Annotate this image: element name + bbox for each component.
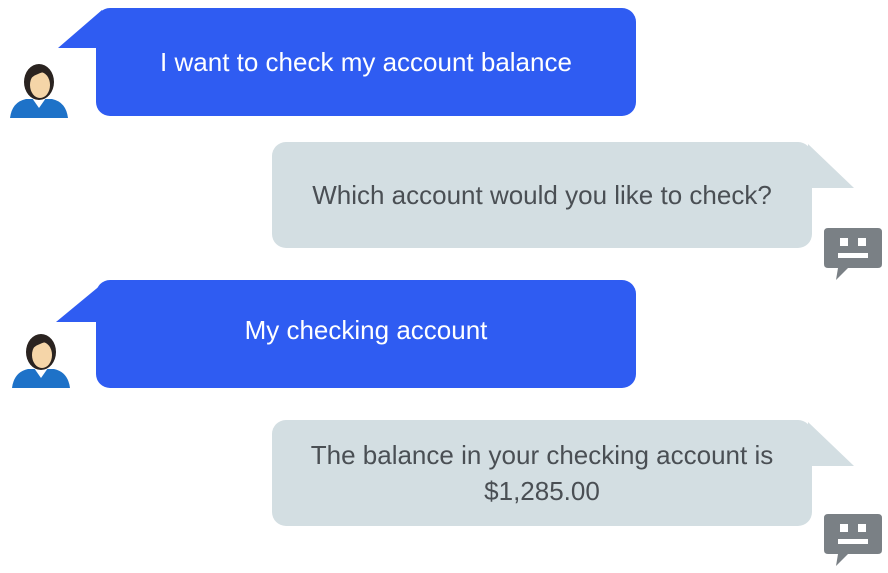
chatbot-icon xyxy=(824,228,882,280)
user-avatar-icon xyxy=(12,334,70,388)
message-bubble: My checking account xyxy=(96,280,636,388)
chatbot-icon xyxy=(824,514,882,566)
message-bubble: The balance in your checking account is … xyxy=(272,420,812,526)
message-bubble: I want to check my account balance xyxy=(96,8,636,116)
message-text: Which account would you like to check? xyxy=(312,180,772,210)
bubble-tail xyxy=(808,144,854,188)
message-text: I want to check my account balance xyxy=(160,47,572,77)
message-text: The balance in your checking account is … xyxy=(310,440,774,506)
message-text: My checking account xyxy=(244,315,488,345)
user-avatar-icon xyxy=(10,64,68,118)
message-bubble: Which account would you like to check? xyxy=(272,142,812,248)
bubble-tail xyxy=(808,422,854,466)
